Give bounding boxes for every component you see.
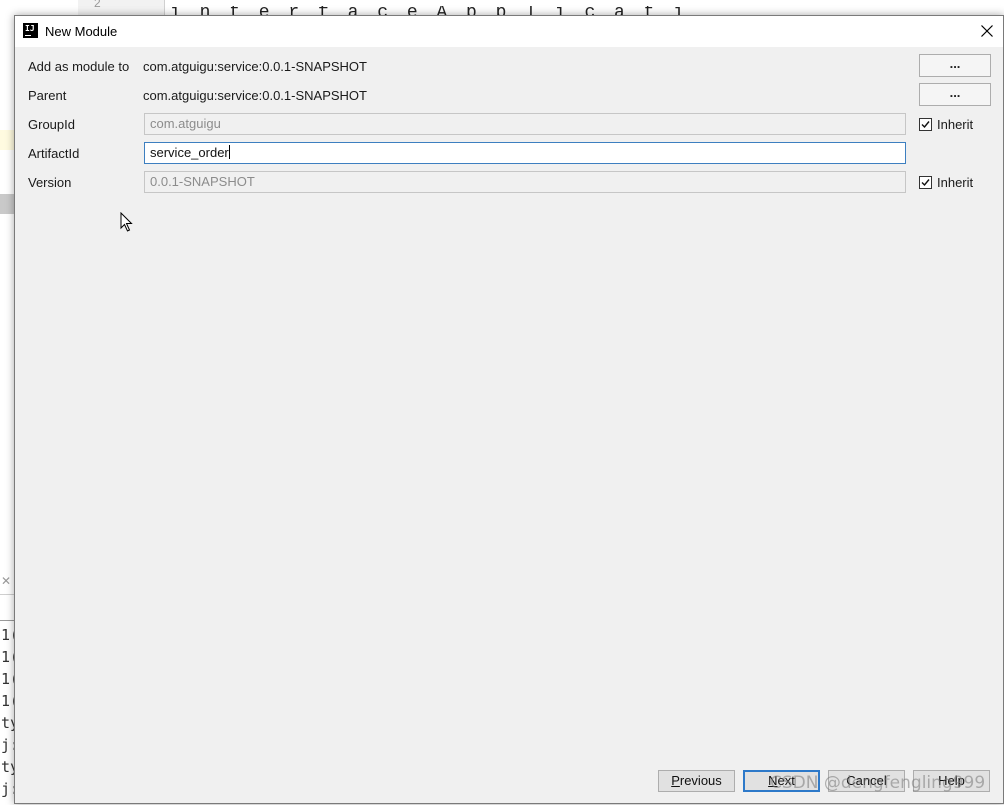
previous-button[interactable]: Previous xyxy=(658,770,735,792)
new-module-dialog: IJ New Module Add as module to com.atgui… xyxy=(14,15,1004,804)
console-line: j: xyxy=(1,780,15,798)
previous-label: revious xyxy=(679,773,722,788)
group-id-label: GroupId xyxy=(28,117,75,132)
artifact-id-input[interactable]: service_order xyxy=(144,142,906,164)
version-label: Version xyxy=(28,175,72,190)
previous-mnemonic: P xyxy=(671,773,680,788)
dialog-title: New Module xyxy=(45,24,118,39)
add-as-module-value: com.atguigu:service:0.0.1-SNAPSHOT xyxy=(143,59,367,74)
console-output: 1( 1( 1( 1( ty j: ty j: xyxy=(1,624,15,800)
add-as-module-label: Add as module to xyxy=(28,59,130,74)
parent-value: com.atguigu:service:0.0.1-SNAPSHOT xyxy=(143,88,367,103)
divider xyxy=(0,620,14,621)
console-line: j: xyxy=(1,736,15,754)
parent-browse-button[interactable]: ... xyxy=(919,83,991,106)
mouse-pointer-icon xyxy=(120,212,133,232)
divider xyxy=(0,594,14,595)
console-line: 1( xyxy=(1,692,15,710)
checkmark-icon xyxy=(921,121,930,129)
version-field[interactable]: 0.0.1-SNAPSHOT xyxy=(144,171,906,193)
gutter-marker xyxy=(0,194,14,214)
close-icon[interactable]: ✕ xyxy=(1,574,11,588)
artifact-id-label: ArtifactId xyxy=(28,146,80,161)
editor-tab[interactable]: 2 xyxy=(78,0,165,16)
text-caret xyxy=(228,145,230,159)
console-line: 1( xyxy=(1,648,15,666)
artifact-id-value: service_order xyxy=(150,145,229,160)
parent-label: Parent xyxy=(28,88,67,103)
add-as-module-browse-button[interactable]: ... xyxy=(919,54,991,77)
console-line: 1( xyxy=(1,670,15,688)
checkmark-icon xyxy=(921,179,930,187)
group-id-inherit-checkbox[interactable] xyxy=(919,118,932,131)
console-line: ty xyxy=(1,758,15,776)
version-inherit-checkbox[interactable] xyxy=(919,176,932,189)
editor-tab-label: 2 xyxy=(94,0,101,10)
title-bar[interactable]: IJ New Module xyxy=(15,16,1003,47)
watermark: CSDN @dengfengling999 xyxy=(770,773,986,793)
group-id-field[interactable]: com.atguigu xyxy=(144,113,906,135)
console-line: 1( xyxy=(1,626,15,644)
line-highlight xyxy=(0,130,14,150)
version-inherit-label[interactable]: Inherit xyxy=(937,175,973,190)
close-icon xyxy=(981,25,993,37)
group-id-inherit-label[interactable]: Inherit xyxy=(937,117,973,132)
intellij-logo-icon: IJ xyxy=(23,23,38,38)
console-line: ty xyxy=(1,714,15,732)
close-button[interactable] xyxy=(973,18,1001,44)
